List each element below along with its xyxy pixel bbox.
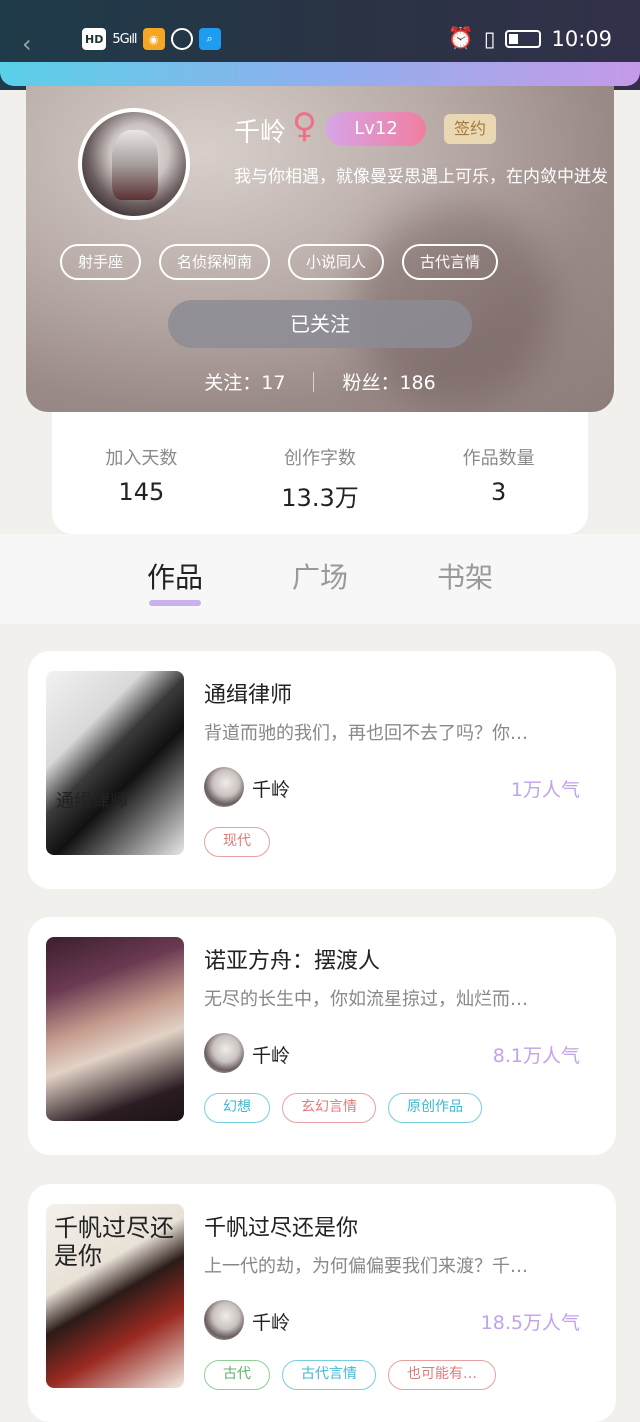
book-card[interactable]: 诺亚方舟：摆渡人 无尽的长生中，你如流星掠过，灿烂而… 千岭 8.1万人气 幻想… (28, 917, 616, 1155)
hd-icon: HD (82, 28, 107, 50)
ball-icon (170, 28, 193, 50)
avatar-figure (112, 130, 158, 200)
profile-tag[interactable]: 名侦探柯南 (159, 244, 271, 280)
follow-counts: 关注：17 粉丝：186 (26, 368, 614, 395)
cover-title-text: 通缉律师 (56, 791, 128, 812)
counts-divider (313, 371, 315, 392)
book-description: 无尽的长生中，你如流星掠过，灿烂而… (204, 989, 528, 1010)
header-gradient-strip (0, 62, 640, 86)
book-popularity: 8.1万人气 (492, 1045, 580, 1067)
status-left-icons: HD 5G ıll ◉ ⌕ (82, 28, 221, 50)
stat-label: 创作字数 (284, 448, 356, 469)
stat-join-days: 加入天数 145 (52, 412, 231, 534)
author-avatar (204, 1300, 244, 1340)
back-arrow-icon[interactable]: ‹ (22, 32, 46, 56)
status-right-icons: ⏰ ▯ 10:09 (448, 26, 612, 51)
stat-label: 作品数量 (462, 448, 535, 469)
cover-title-text: 千帆过尽还是你 (54, 1214, 174, 1270)
tab-bookshelf[interactable]: 书架 (437, 556, 493, 596)
network-label: 5G (112, 31, 129, 47)
following-count[interactable]: 关注：17 (204, 368, 285, 395)
book-tag[interactable]: 幻想 (204, 1093, 270, 1123)
book-author: 千岭 (252, 779, 291, 801)
signed-badge: 签约 (444, 114, 496, 144)
vibrate-icon: ▯ (483, 26, 496, 51)
weibo-icon: ◉ (142, 28, 165, 50)
book-description: 上一代的劫，为何偏偏要我们来渡？千… (204, 1256, 528, 1277)
book-tag[interactable]: 古代言情 (282, 1360, 376, 1390)
profile-tag[interactable]: 射手座 (60, 244, 142, 280)
level-badge: Lv12 (326, 112, 426, 146)
stat-works-count: 作品数量 3 (409, 412, 588, 534)
profile-bio: 我与你相遇，就像曼妥思遇上可乐，在内敛中迸发 (234, 167, 608, 187)
stat-value: 3 (491, 478, 507, 506)
author-avatar (204, 1033, 244, 1073)
book-popularity: 18.5万人气 (480, 1312, 580, 1334)
book-tags: 现代 (204, 827, 270, 857)
book-tag[interactable]: 原创作品 (388, 1093, 482, 1123)
fans-count[interactable]: 粉丝：186 (342, 368, 435, 395)
tab-works[interactable]: 作品 (147, 556, 203, 596)
book-title[interactable]: 诺亚方舟：摆渡人 (204, 943, 380, 975)
book-title[interactable]: 通缉律师 (204, 677, 292, 709)
tab-indicator (149, 600, 201, 606)
book-author: 千岭 (252, 1312, 291, 1334)
book-description: 背道而驰的我们，再也回不去了吗？你… (204, 723, 528, 744)
book-popularity: 1万人气 (510, 779, 580, 801)
book-title[interactable]: 千帆过尽还是你 (204, 1210, 358, 1242)
book-tag[interactable]: 玄幻言情 (282, 1093, 376, 1123)
book-tag[interactable]: 也可能有… (388, 1360, 496, 1390)
stat-label: 加入天数 (105, 448, 178, 469)
follow-button[interactable]: 已关注 (168, 300, 472, 348)
female-icon: ♀ (292, 106, 317, 146)
profile-avatar[interactable] (78, 108, 190, 220)
profile-name: 千岭 (234, 118, 287, 148)
status-time: 10:09 (551, 26, 612, 51)
signal-icon: 5G ıll (112, 31, 137, 47)
author-avatar (204, 767, 244, 807)
status-bar: ‹ HD 5G ıll ◉ ⌕ ⏰ ▯ 10:09 (0, 22, 640, 58)
profile-tag[interactable]: 古代言情 (402, 244, 499, 280)
book-tag[interactable]: 现代 (204, 827, 270, 857)
book-tags: 幻想 玄幻言情 原创作品 (204, 1093, 482, 1123)
book-tags: 古代 古代言情 也可能有… (204, 1360, 496, 1390)
tab-square[interactable]: 广场 (292, 556, 348, 596)
book-cover[interactable]: 通缉律师 (46, 671, 184, 855)
battery-icon (505, 29, 542, 48)
stat-value: 145 (118, 478, 165, 506)
stats-card: 加入天数 145 创作字数 13.3万 作品数量 3 (52, 412, 588, 534)
profile-card: 千岭 ♀ Lv12 签约 我与你相遇，就像曼妥思遇上可乐，在内敛中迸发 射手座 … (26, 86, 614, 412)
book-tag[interactable]: 古代 (204, 1360, 270, 1390)
book-cover[interactable] (46, 937, 184, 1121)
alarm-icon: ⏰ (447, 26, 474, 50)
book-author: 千岭 (252, 1045, 291, 1067)
search-app-icon: ⌕ (198, 28, 221, 50)
profile-tag[interactable]: 小说同人 (288, 244, 385, 280)
profile-tags: 射手座 名侦探柯南 小说同人 古代言情 (60, 244, 499, 280)
book-cover[interactable]: 千帆过尽还是你 (46, 1204, 184, 1388)
stat-value: 13.3万 (281, 484, 359, 512)
book-card[interactable]: 千帆过尽还是你 千帆过尽还是你 上一代的劫，为何偏偏要我们来渡？千… 千岭 18… (28, 1184, 616, 1422)
book-card[interactable]: 通缉律师 通缉律师 背道而驰的我们，再也回不去了吗？你… 千岭 1万人气 现代 (28, 651, 616, 889)
stat-word-count: 创作字数 13.3万 (231, 412, 410, 534)
